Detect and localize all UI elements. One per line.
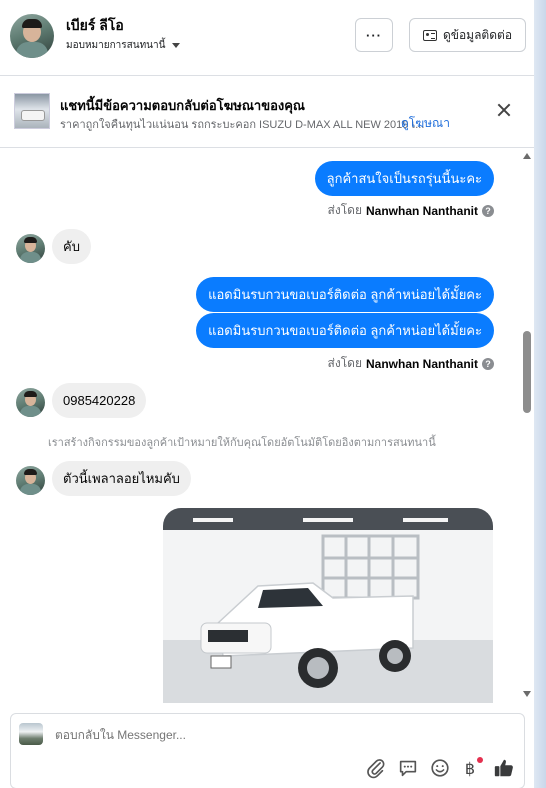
outgoing-message[interactable]: ลูกค้าสนใจเป็นรถรุ่นนี้นะคะ bbox=[314, 161, 494, 196]
help-icon[interactable]: ? bbox=[482, 357, 494, 370]
baht-icon[interactable]: ฿ bbox=[461, 757, 483, 779]
chat-scrollbar[interactable] bbox=[520, 149, 534, 701]
sender-name: Nanwhan Nanthanit bbox=[365, 356, 478, 371]
sent-by-label: ส่งโดย Nanwhan Nanthanit ? bbox=[328, 201, 494, 220]
message-thread: ลูกค้าสนใจเป็นรถรุ่นนี้นะคะ ส่งโดย Nanwh… bbox=[0, 149, 534, 703]
paperclip-icon[interactable] bbox=[365, 757, 387, 779]
outgoing-message[interactable]: แอดมินรบกวนขอเบอร์ติดต่อ ลูกค้าหน่อยได้ม… bbox=[196, 277, 494, 312]
ad-reply-banner: แชทนี้มีข้อความตอบกลับต่อโฆษณาของคุณ ราค… bbox=[0, 77, 534, 148]
shared-photo-truck[interactable] bbox=[163, 508, 493, 703]
smiley-icon[interactable] bbox=[429, 757, 451, 779]
page-avatar bbox=[19, 723, 43, 745]
incoming-message[interactable]: ตัวนี้เพลาลอยไหมคับ bbox=[52, 461, 191, 496]
close-icon[interactable] bbox=[495, 101, 513, 119]
notification-dot bbox=[477, 757, 483, 763]
avatar[interactable] bbox=[16, 234, 45, 263]
speech-bubble-icon[interactable] bbox=[397, 757, 419, 779]
ad-banner-subtitle: ราคาถูกใจคืนทุนไวแน่นอน รถกระบะคอก ISUZU… bbox=[60, 119, 425, 131]
window-edge bbox=[534, 0, 546, 788]
avatar[interactable] bbox=[10, 14, 54, 58]
sent-by-prefix: ส่งโดย bbox=[327, 356, 362, 370]
caret-down-icon bbox=[172, 43, 181, 48]
reply-composer: ฿ bbox=[10, 713, 525, 788]
more-options-button[interactable]: ··· bbox=[355, 18, 393, 52]
help-icon[interactable]: ? bbox=[482, 204, 494, 217]
incoming-message[interactable]: 0985420228 bbox=[52, 383, 147, 418]
scroll-down-arrow-icon[interactable] bbox=[523, 691, 531, 697]
avatar[interactable] bbox=[16, 388, 45, 417]
sent-by-label: ส่งโดย Nanwhan Nanthanit ? bbox=[328, 354, 494, 373]
avatar[interactable] bbox=[16, 466, 45, 495]
view-contact-info-button[interactable]: ดูข้อมูลติดต่อ bbox=[409, 18, 526, 52]
conversation-header: เบียร์ ลีโอ มอบหมายการสนทนานี้ ··· ดูข้อ… bbox=[0, 0, 534, 76]
outgoing-message[interactable]: แอดมินรบกวนขอเบอร์ติดต่อ ลูกค้าหน่อยได้ม… bbox=[196, 313, 494, 348]
sent-by-prefix: ส่งโดย bbox=[327, 203, 362, 217]
scrollbar-thumb[interactable] bbox=[523, 331, 531, 413]
contact-name[interactable]: เบียร์ ลีโอ bbox=[66, 15, 124, 37]
assign-conversation-dropdown[interactable]: มอบหมายการสนทนานี้ bbox=[66, 38, 181, 53]
system-note: เราสร้างกิจกรรมของลูกค้าเป้าหมายให้กับคุ… bbox=[48, 437, 436, 449]
thumbs-up-icon[interactable] bbox=[493, 757, 515, 779]
reply-input[interactable] bbox=[55, 728, 455, 742]
sender-name: Nanwhan Nanthanit bbox=[365, 203, 478, 218]
incoming-message[interactable]: คับ bbox=[52, 229, 91, 264]
ad-banner-title: แชทนี้มีข้อความตอบกลับต่อโฆษณาของคุณ bbox=[60, 98, 305, 113]
view-contact-info-label: ดูข้อมูลติดต่อ bbox=[442, 27, 513, 42]
ad-thumbnail bbox=[14, 93, 50, 129]
contact-card-icon bbox=[422, 29, 437, 41]
view-ad-link[interactable]: ดูโฆษณา bbox=[401, 114, 450, 133]
scroll-up-arrow-icon[interactable] bbox=[523, 153, 531, 159]
truck-photo-illustration bbox=[163, 508, 493, 703]
assign-label: มอบหมายการสนทนานี้ bbox=[66, 40, 166, 51]
